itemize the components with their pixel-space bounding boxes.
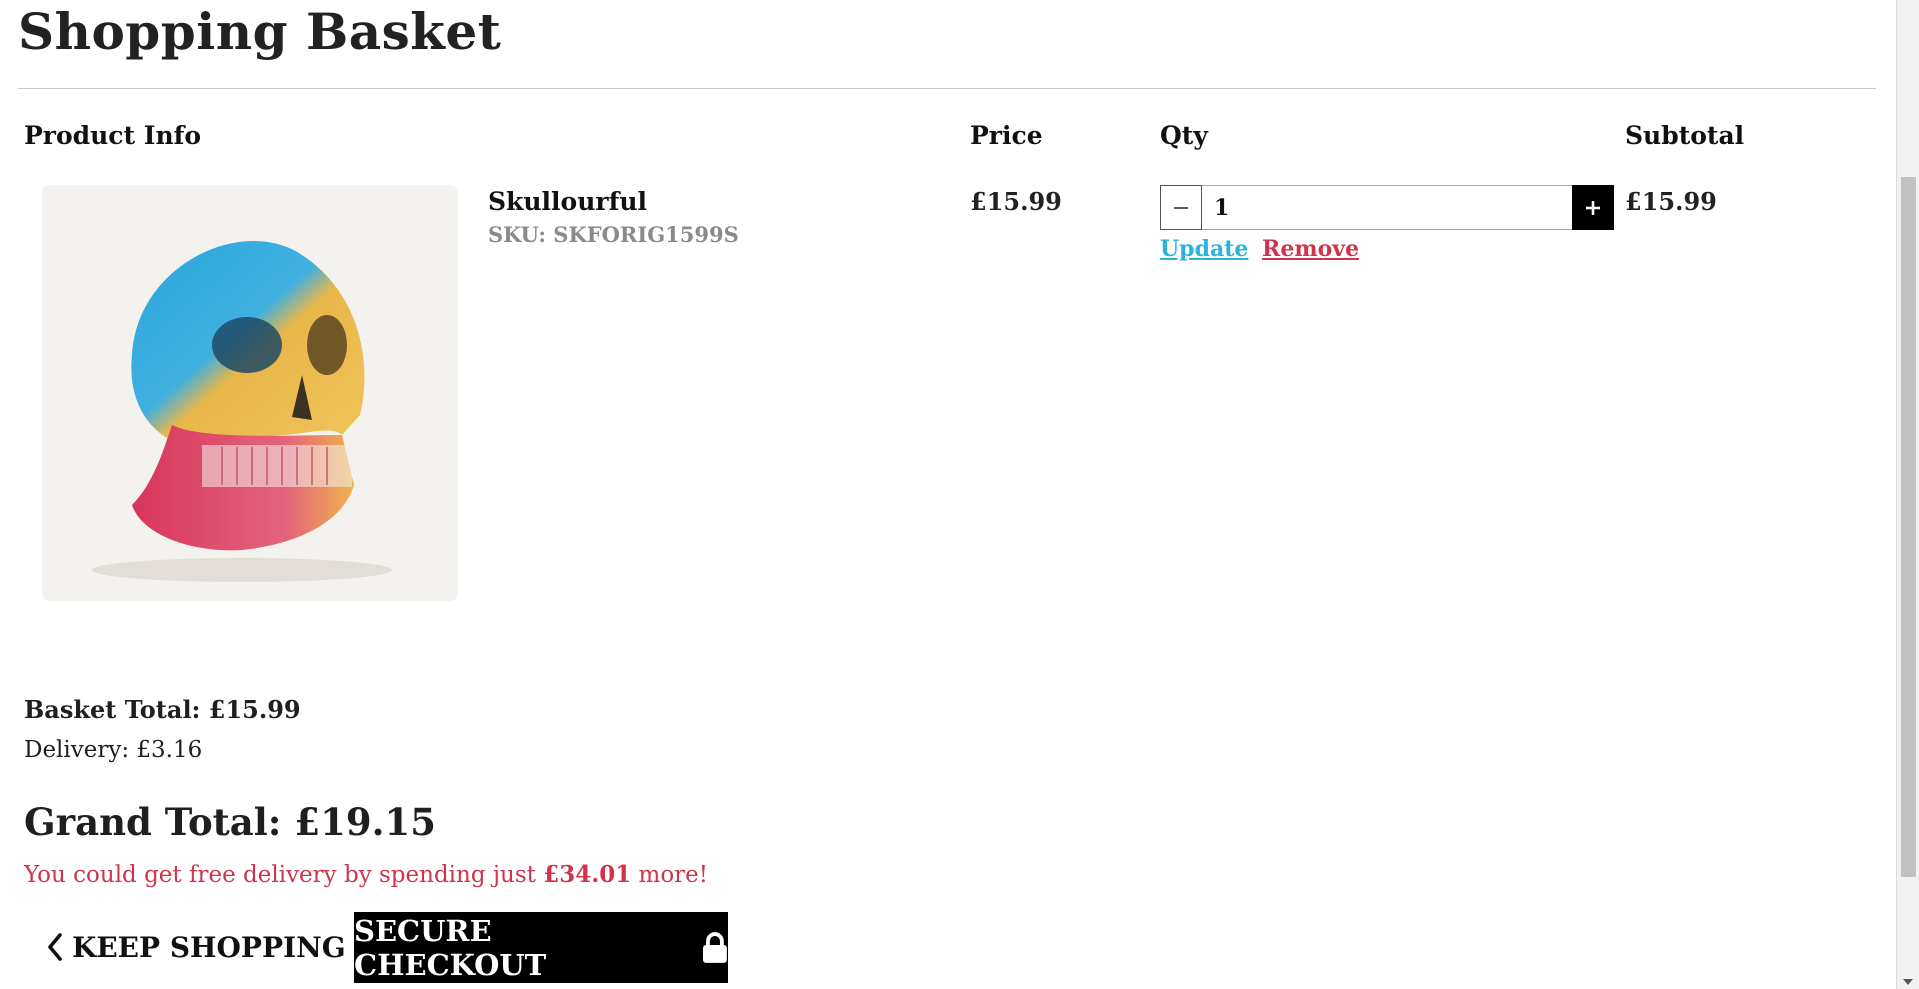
lock-icon [703, 931, 728, 963]
header-qty: Qty [1160, 121, 1208, 150]
free-delivery-suffix: more! [631, 862, 709, 888]
secure-checkout-button[interactable]: SECURE CHECKOUT [354, 912, 728, 983]
update-link[interactable]: Update [1160, 236, 1248, 262]
header-subtotal: Subtotal [1625, 121, 1745, 150]
plus-icon [1586, 200, 1600, 215]
scroll-down-arrow-icon[interactable] [1903, 979, 1913, 985]
grand-total: Grand Total: £19.15 [24, 800, 436, 844]
vertical-scrollbar[interactable] [1896, 0, 1919, 989]
basket-page: Shopping Basket Product Info Price Qty S… [0, 0, 1896, 989]
product-price: £15.99 [970, 187, 1062, 216]
free-delivery-prefix: You could get free delivery by spending … [24, 862, 544, 888]
keep-shopping-label: KEEP SHOPPING [72, 930, 346, 964]
product-name[interactable]: Skullourful [488, 187, 647, 216]
free-delivery-message: You could get free delivery by spending … [24, 861, 708, 888]
basket-total: Basket Total: £15.99 [24, 695, 301, 724]
delivery-cost: Delivery: £3.16 [24, 737, 203, 763]
skull-artwork-image [42, 185, 458, 601]
line-subtotal: £15.99 [1625, 187, 1717, 216]
remove-link[interactable]: Remove [1262, 236, 1359, 262]
decrease-qty-button[interactable] [1160, 185, 1202, 230]
minus-icon [1174, 206, 1188, 209]
product-image[interactable] [42, 185, 458, 601]
item-actions: Update Remove [1160, 236, 1359, 262]
header-product-info: Product Info [24, 121, 202, 150]
keep-shopping-button[interactable]: KEEP SHOPPING [46, 925, 346, 969]
quantity-input[interactable] [1202, 185, 1572, 230]
quantity-stepper [1160, 185, 1614, 230]
scrollbar-thumb[interactable] [1901, 177, 1916, 877]
page-title: Shopping Basket [18, 2, 502, 61]
product-sku: SKU: SKFORIG1599S [488, 222, 739, 247]
secure-checkout-label: SECURE CHECKOUT [354, 913, 547, 982]
increase-qty-button[interactable] [1572, 185, 1614, 230]
header-price: Price [970, 121, 1043, 150]
title-divider [18, 88, 1876, 89]
free-delivery-amount: £34.01 [543, 861, 632, 888]
chevron-left-icon [48, 933, 62, 961]
